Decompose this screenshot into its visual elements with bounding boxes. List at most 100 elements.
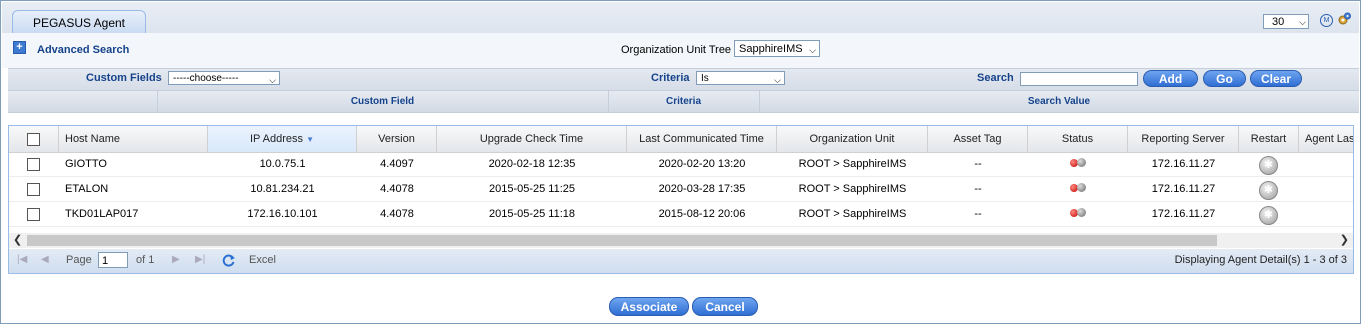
next-page-icon[interactable]: ▶	[172, 254, 180, 265]
title-bar: PEGASUS Agent 30 ⌵ M	[2, 2, 1359, 35]
scroll-left-icon[interactable]: ❮	[13, 233, 22, 248]
criteria-label: Criteria	[651, 72, 690, 84]
cell-upgrade-check-time: 2015-05-25 11:18	[488, 208, 576, 220]
restart-icon[interactable]: ✱	[1259, 181, 1278, 200]
col-ip-address-label: IP Address	[250, 133, 303, 145]
scroll-right-icon[interactable]: ❯	[1340, 233, 1349, 248]
status-indicator-icon	[1070, 183, 1090, 193]
tab-label: PEGASUS Agent	[32, 16, 126, 30]
chevron-down-icon: ⌵	[809, 45, 816, 55]
cell-host-name: ETALON	[65, 183, 109, 195]
page-number-input[interactable]: 1	[98, 252, 128, 268]
cell-upgrade-check-time: 2015-05-25 11:25	[488, 183, 576, 195]
cell-organization-unit: ROOT > SapphireIMS	[798, 158, 907, 170]
custom-fields-row: Custom Fields -----choose----- ⌵ Criteria…	[8, 68, 1359, 90]
search-input[interactable]	[1020, 72, 1138, 86]
scroll-thumb[interactable]	[27, 235, 1217, 246]
col-ip-address[interactable]: IP Address ▼	[208, 126, 357, 152]
horizontal-scrollbar[interactable]: ❮ ❯	[9, 233, 1353, 248]
cell-asset-tag: --	[974, 208, 982, 220]
col-search-value: Search Value	[1027, 96, 1091, 107]
add-button[interactable]: Add	[1143, 70, 1198, 87]
status-indicator-icon	[1070, 208, 1090, 218]
col-version[interactable]: Version	[357, 126, 437, 152]
restart-icon[interactable]: ✱	[1259, 206, 1278, 225]
col-restart[interactable]: Restart	[1239, 126, 1299, 152]
last-page-icon[interactable]: ▶|	[195, 254, 205, 265]
row-checkbox[interactable]	[27, 158, 40, 171]
cell-ip-address: 172.16.10.101	[247, 208, 318, 220]
paging-toolbar: |◀ ◀ Page 1 of 1 ▶ ▶| Excel Displaying A…	[8, 249, 1354, 274]
custom-grid-spacer	[8, 91, 158, 112]
row-checkbox[interactable]	[27, 208, 40, 221]
cell-version: 4.4097	[380, 158, 414, 170]
col-asset-tag[interactable]: Asset Tag	[928, 126, 1028, 152]
col-reporting-server[interactable]: Reporting Server	[1128, 126, 1239, 152]
sort-desc-icon: ▼	[306, 135, 314, 144]
custom-fields-value: -----choose-----	[173, 73, 239, 84]
restart-icon[interactable]: ✱	[1259, 156, 1278, 175]
m-icon[interactable]: M	[1320, 14, 1333, 27]
table-row[interactable]: ETALON 10.81.234.21 4.4078 2015-05-25 11…	[9, 177, 1353, 202]
cell-asset-tag: --	[974, 183, 982, 195]
refresh-icon[interactable]	[221, 253, 236, 268]
criteria-select[interactable]: Is ⌵	[696, 71, 785, 85]
go-button[interactable]: Go	[1203, 70, 1246, 87]
col-organization-unit[interactable]: Organization Unit	[777, 126, 928, 152]
cell-upgrade-check-time: 2020-02-18 12:35	[488, 158, 576, 170]
cancel-button[interactable]: Cancel	[692, 297, 758, 316]
first-page-icon[interactable]: |◀	[17, 254, 27, 265]
page-size-select[interactable]: 30 ⌵	[1263, 14, 1309, 29]
col-upgrade-check-time[interactable]: Upgrade Check Time	[437, 126, 627, 152]
select-all-checkbox[interactable]	[27, 133, 40, 146]
page-size-value: 30	[1272, 16, 1285, 28]
cell-last-communicated-time: 2015-08-12 20:06	[658, 208, 746, 220]
chevron-down-icon: ⌵	[774, 75, 781, 85]
table-row[interactable]: GIOTTO 10.0.75.1 4.4097 2020-02-18 12:35…	[9, 152, 1353, 177]
cell-host-name: GIOTTO	[65, 158, 107, 170]
prev-page-icon[interactable]: ◀	[41, 254, 49, 265]
cell-reporting-server: 172.16.11.27	[1151, 208, 1216, 220]
custom-field-grid-header: Custom Field Criteria Search Value	[8, 90, 1359, 113]
org-tree-select[interactable]: SapphireIMS ⌵	[734, 40, 820, 57]
advanced-search-label[interactable]: Advanced Search	[37, 44, 129, 56]
chevron-down-icon: ⌵	[1299, 17, 1306, 27]
cell-host-name: TKD01LAP017	[65, 208, 139, 220]
advanced-search-row: + Advanced Search Organization Unit Tree…	[2, 33, 1359, 68]
col-host-name[interactable]: Host Name	[59, 126, 208, 152]
cell-reporting-server: 172.16.11.27	[1151, 158, 1216, 170]
custom-fields-select[interactable]: -----choose----- ⌵	[168, 71, 280, 85]
agent-grid: Host Name IP Address ▼ Version Upgrade C…	[8, 125, 1354, 251]
page-count: of 1	[136, 254, 155, 266]
display-summary: Displaying Agent Detail(s) 1 - 3 of 3	[1174, 254, 1347, 266]
table-row[interactable]: TKD01LAP017 172.16.10.101 4.4078 2015-05…	[9, 202, 1353, 227]
chevron-down-icon: ⌵	[269, 75, 276, 85]
tab-pegasus-agent[interactable]: PEGASUS Agent	[12, 10, 146, 35]
expand-plus-icon[interactable]: +	[13, 41, 26, 54]
cell-organization-unit: ROOT > SapphireIMS	[798, 208, 907, 220]
page-label: Page	[66, 254, 92, 266]
row-checkbox[interactable]	[27, 183, 40, 196]
cell-last-communicated-time: 2020-03-28 17:35	[658, 183, 746, 195]
search-label: Search	[977, 72, 1014, 84]
associate-button[interactable]: Associate	[609, 297, 689, 316]
agent-window: PEGASUS Agent 30 ⌵ M + Advanced Search Or…	[0, 0, 1361, 324]
col-custom-field: Custom Field	[157, 91, 609, 112]
cell-ip-address: 10.81.234.21	[250, 183, 315, 195]
cell-organization-unit: ROOT > SapphireIMS	[798, 183, 907, 195]
custom-fields-label: Custom Fields	[86, 72, 162, 84]
select-all-header	[9, 126, 59, 152]
cell-ip-address: 10.0.75.1	[259, 158, 306, 170]
org-tree-label: Organization Unit Tree	[621, 44, 732, 56]
excel-export-button[interactable]: Excel	[249, 254, 276, 266]
cell-asset-tag: --	[974, 158, 982, 170]
col-last-communicated-time[interactable]: Last Communicated Time	[627, 126, 777, 152]
settings-icon[interactable]	[1337, 12, 1351, 26]
clear-button[interactable]: Clear	[1250, 70, 1302, 87]
grid-header: Host Name IP Address ▼ Version Upgrade C…	[9, 126, 1353, 153]
col-status[interactable]: Status	[1028, 126, 1128, 152]
cell-version: 4.4078	[380, 183, 414, 195]
col-agent-last[interactable]: Agent Las	[1299, 126, 1353, 152]
criteria-value: Is	[701, 73, 709, 84]
cell-reporting-server: 172.16.11.27	[1151, 183, 1216, 195]
